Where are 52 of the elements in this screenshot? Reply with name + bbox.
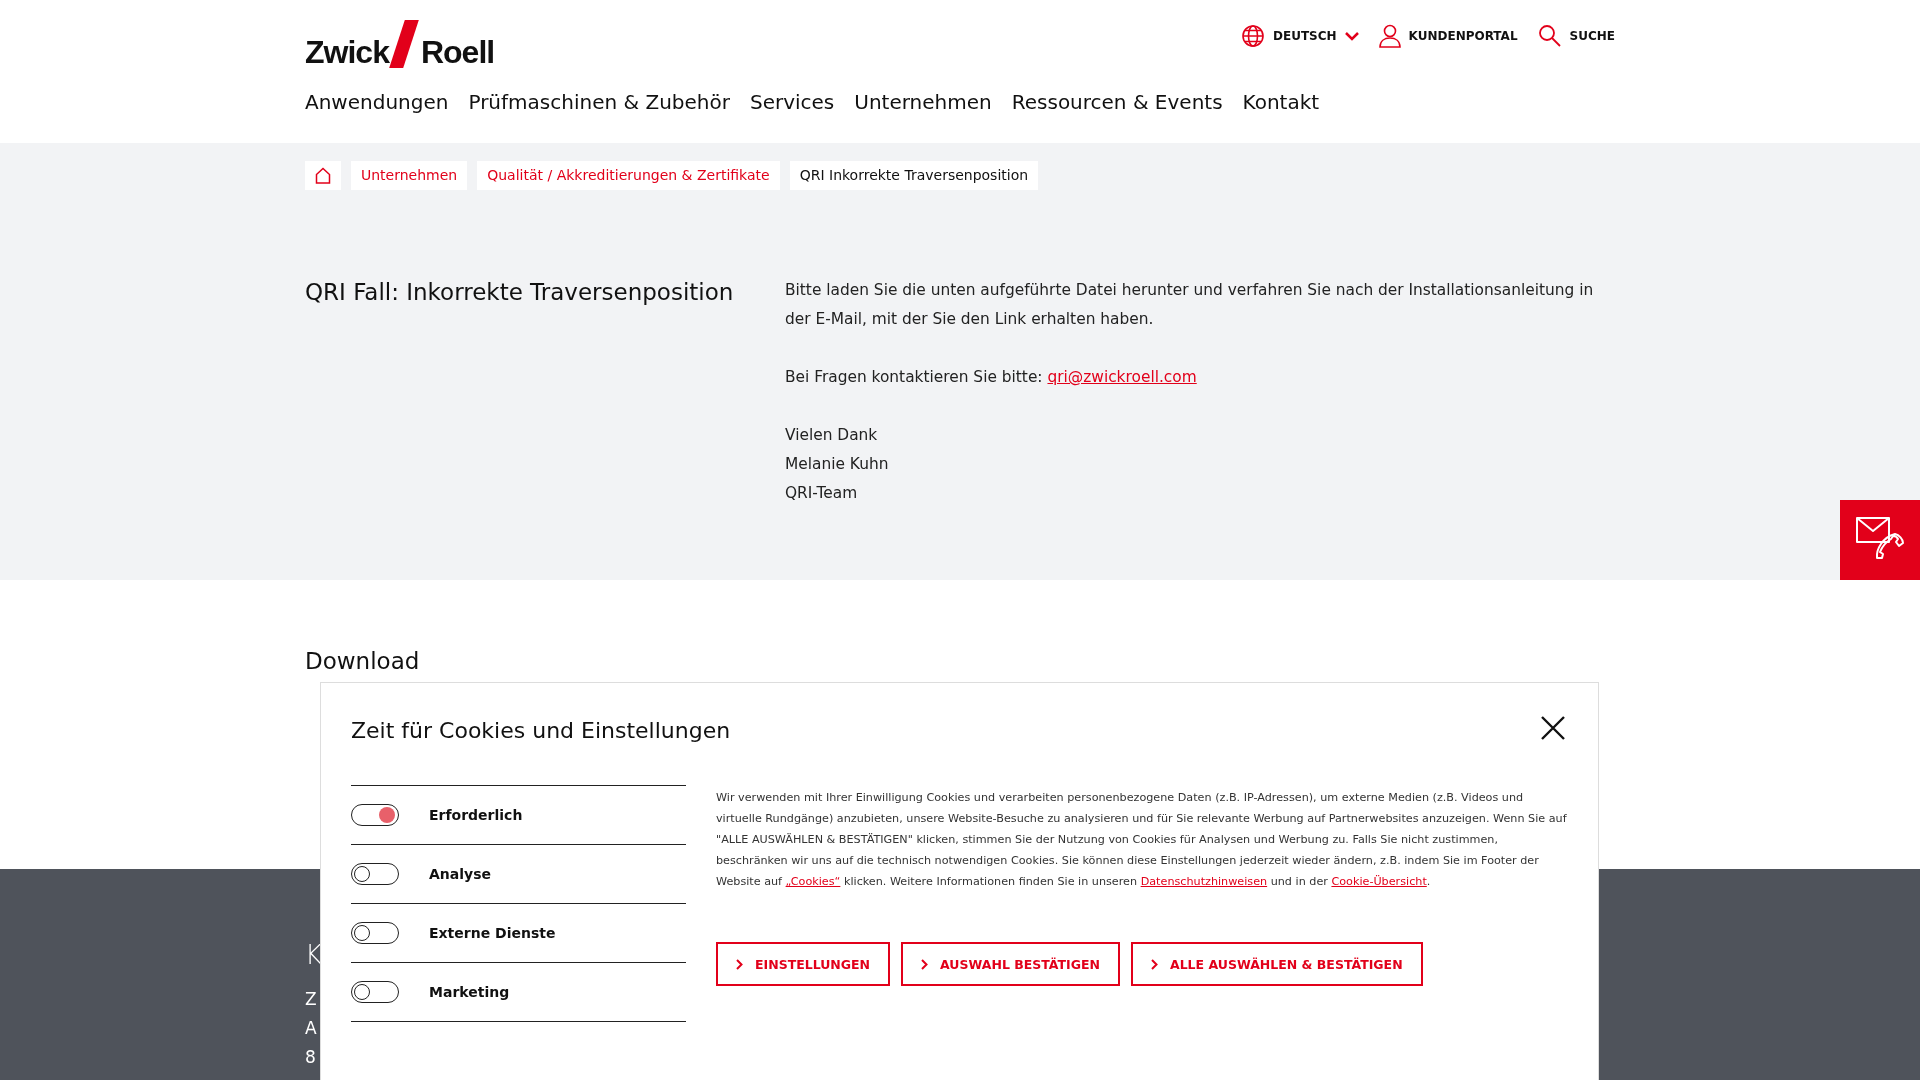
search-icon xyxy=(1537,24,1562,48)
toggle-switch[interactable] xyxy=(351,981,399,1003)
option-label: Erforderlich xyxy=(429,807,523,823)
email-link[interactable]: qri@zwickroell.com xyxy=(1047,368,1197,386)
option-label: Marketing xyxy=(429,984,510,1000)
nav-item[interactable]: Services xyxy=(749,90,835,114)
nav-item[interactable]: Kontakt xyxy=(1242,90,1320,114)
toggle-switch[interactable] xyxy=(351,922,399,944)
breadcrumb-link[interactable]: Unternehmen xyxy=(351,161,468,190)
footer-text: 8 xyxy=(305,1046,316,1069)
section-heading: Download xyxy=(305,648,421,674)
option-label: Analyse xyxy=(429,866,491,882)
consent-text: Wir verwenden mit Ihrer Einwilligung Cookies und verarbeiten personenbezogene Daten (z.B. IP-Adressen), um externe Medien (z.B. Videos und virtuelle Rundgänge) anzubieten, unsere Website-Besuche zu analysieren und für Sie relevante Werbung auf Partnerwebsites anzuzeigen. Wenn Sie auf "ALLE AUSWÄHLEN & BESTÄTIGEN" klicken, stimmen Sie der Nutzung von Cookies für Analysen und Werbung zu. Falls Sie nicht zustimmen, beschränken wir uns auf die technisch notwendigen Cookies. Sie können diese Einstellungen jederzeit wieder ändern, z.B. indem Sie im Footer der Website auf „Cookies“ klicken. Weitere Informationen finden Sie in unseren Datenschutzhinweisen und in der Cookie-Übersicht. xyxy=(716,790,1568,890)
person-icon xyxy=(1378,24,1401,48)
page-title: QRI Fall: Inkorrekte Traversenposition xyxy=(305,278,735,307)
footer-text: A xyxy=(305,1017,317,1040)
portal-link[interactable]: KUNDENPORTAL xyxy=(1378,24,1518,48)
nav-item[interactable]: Unternehmen xyxy=(854,90,992,114)
home-crumb[interactable] xyxy=(305,161,341,190)
toggle-switch[interactable] xyxy=(351,863,399,885)
home-icon xyxy=(315,167,331,184)
chevron-down-icon xyxy=(1344,31,1359,41)
toggle-switch[interactable] xyxy=(351,804,399,826)
breadcrumb-current: QRI Inkorrekte Traversenposition xyxy=(789,161,1039,190)
signature-line: Melanie Kuhn xyxy=(785,454,890,475)
nav-item[interactable]: Prüfmaschinen & Zubehör xyxy=(468,90,730,114)
search-button[interactable]: SUCHE xyxy=(1537,24,1615,48)
chevron-right-icon xyxy=(1150,958,1158,970)
dialog-title: Zeit für Cookies und Einstellungen xyxy=(351,717,731,745)
contact-text: Bei Fragen kontaktieren Sie bitte: qri@zwickroell.com xyxy=(785,367,1198,388)
chevron-right-icon xyxy=(921,958,929,970)
consent-button[interactable]: EINSTELLUNGEN xyxy=(716,942,891,986)
footer-heading: K xyxy=(305,939,323,971)
chevron-right-icon xyxy=(736,958,743,970)
consent-button[interactable]: ALLE AUSWÄHLEN & BESTÄTIGEN xyxy=(1130,942,1423,986)
logo-text: Zwick xyxy=(305,36,389,68)
intro-text: Bitte laden Sie die unten aufgeführte Datei herunter und verfahren Sie nach der Installationsanleitung in der E-Mail, mit der Sie den Link erhalten haben. xyxy=(785,280,1595,330)
text-link[interactable]: Cookie-Übersicht xyxy=(1331,875,1427,888)
logo-text: Roell xyxy=(420,36,495,68)
breadcrumb-link[interactable]: Qualität / Akkreditierungen & Zertifikate xyxy=(477,161,780,190)
signature-line: Vielen Dank xyxy=(785,425,879,446)
nav-item[interactable]: Anwendungen xyxy=(305,90,449,114)
globe-icon xyxy=(1241,24,1265,48)
option-label: Externe Dienste xyxy=(429,925,556,941)
contact-button[interactable] xyxy=(1840,500,1920,580)
footer-text: Z xyxy=(305,988,317,1011)
consent-button[interactable]: AUSWAHL BESTÄTIGEN xyxy=(901,942,1120,986)
signature-line: QRI-Team xyxy=(785,483,859,504)
language-selector[interactable]: DEUTSCH xyxy=(1241,24,1359,48)
text-link[interactable]: „Cookies“ xyxy=(785,875,841,888)
nav-item[interactable]: Ressourcen & Events xyxy=(1011,90,1223,114)
text-link[interactable]: Datenschutzhinweisen xyxy=(1140,875,1268,888)
